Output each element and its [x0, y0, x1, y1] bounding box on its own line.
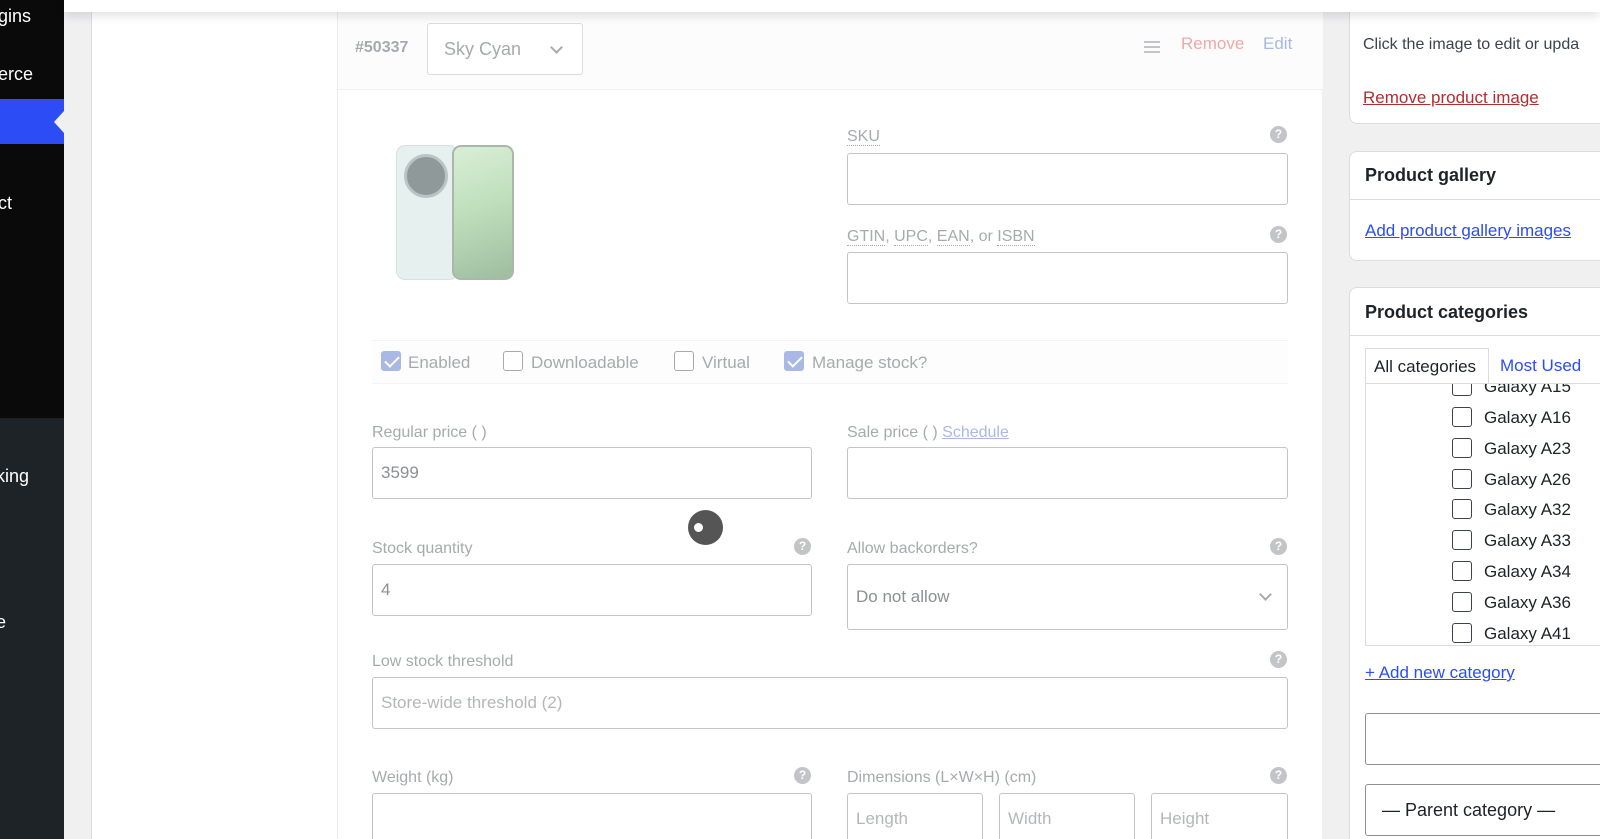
- sku-label: SKU: [847, 128, 880, 146]
- screen: gins erce ct king e #50337 Sky Cyan Remo…: [0, 0, 1600, 839]
- enabled-checkbox[interactable]: [381, 351, 401, 371]
- sidebar-item-woocommerce[interactable]: erce: [0, 64, 33, 85]
- list-item[interactable]: Galaxy A41: [1452, 623, 1600, 645]
- variation-attribute-value: Sky Cyan: [444, 39, 522, 59]
- variation-id: #50337: [355, 39, 409, 56]
- sidebar-item-marketing[interactable]: king: [0, 466, 29, 487]
- remove-variation-link[interactable]: Remove: [1181, 34, 1244, 54]
- help-icon[interactable]: ?: [794, 538, 811, 555]
- list-item[interactable]: Galaxy A16: [1452, 407, 1600, 431]
- help-icon[interactable]: ?: [1270, 538, 1287, 555]
- virtual-label: Virtual: [702, 353, 750, 372]
- width-input[interactable]: Width: [999, 793, 1135, 839]
- length-input[interactable]: Length: [847, 793, 983, 839]
- list-item[interactable]: Galaxy A26: [1452, 469, 1600, 493]
- add-new-category-link[interactable]: + Add new category: [1365, 663, 1515, 683]
- product-categories-title: Product categories: [1365, 302, 1529, 322]
- low-stock-input[interactable]: Store-wide threshold (2): [372, 677, 1288, 729]
- schedule-link[interactable]: Schedule: [942, 424, 1009, 441]
- phone-image-front: [452, 145, 514, 280]
- drag-handle-icon[interactable]: [1144, 41, 1160, 53]
- weight-input[interactable]: [372, 793, 812, 839]
- top-bar: [64, 0, 1600, 12]
- gtin-label: GTIN, UPC, EAN, or ISBN: [847, 228, 1035, 246]
- backorders-value: Do not allow: [856, 587, 950, 606]
- sidebar-active-arrow: [54, 111, 64, 133]
- product-image-hint: Click the image to edit or upda: [1363, 36, 1580, 53]
- height-placeholder: Height: [1160, 809, 1210, 828]
- list-item[interactable]: Galaxy A33: [1452, 530, 1600, 554]
- regular-price-value: 3599: [381, 463, 419, 482]
- sale-price-input[interactable]: [847, 447, 1288, 499]
- enabled-label: Enabled: [408, 353, 471, 372]
- tab-all-categories[interactable]: All categories: [1365, 348, 1489, 385]
- tab-most-used[interactable]: Most Used: [1500, 356, 1581, 376]
- parent-category-value: — Parent category —: [1382, 800, 1556, 820]
- variation-attribute-select[interactable]: Sky Cyan: [427, 23, 583, 75]
- chevron-down-icon: [550, 41, 563, 54]
- help-icon[interactable]: ?: [794, 767, 811, 784]
- remove-product-image-link[interactable]: Remove product image: [1363, 88, 1539, 108]
- backorders-select[interactable]: Do not allow: [847, 564, 1288, 630]
- product-gallery-title: Product gallery: [1365, 165, 1497, 185]
- backorders-label: Allow backorders?: [847, 540, 978, 557]
- list-item[interactable]: Galaxy A36: [1452, 592, 1600, 616]
- weight-label: Weight (kg): [372, 769, 454, 786]
- sale-price-label: Sale price ( ) Schedule: [847, 424, 1009, 441]
- parent-category-select[interactable]: — Parent category —: [1365, 784, 1600, 836]
- sidebar-item-misc[interactable]: e: [0, 612, 6, 633]
- low-stock-label: Low stock threshold: [372, 653, 514, 670]
- category-checklist[interactable]: Galaxy A15 Galaxy A16 Galaxy A23 Galaxy …: [1365, 383, 1600, 646]
- list-item[interactable]: Galaxy A15: [1452, 384, 1600, 400]
- manage-stock-label: Manage stock?: [812, 353, 928, 372]
- phone-image-back: [396, 145, 458, 280]
- help-icon[interactable]: ?: [1270, 226, 1287, 243]
- manage-stock-checkbox[interactable]: [784, 351, 804, 371]
- edit-variation-link[interactable]: Edit: [1263, 34, 1292, 54]
- regular-price-label: Regular price ( ): [372, 424, 487, 441]
- add-gallery-images-link[interactable]: Add product gallery images: [1365, 221, 1571, 241]
- virtual-checkbox[interactable]: [674, 351, 694, 371]
- stock-quantity-label: Stock quantity: [372, 540, 473, 557]
- help-icon[interactable]: ?: [1270, 767, 1287, 784]
- downloadable-label: Downloadable: [531, 353, 639, 372]
- cursor-indicator: [688, 510, 723, 545]
- chevron-down-icon: [1259, 588, 1272, 601]
- admin-sidebar: gins erce ct king e: [0, 0, 64, 839]
- stock-quantity-value: 4: [381, 580, 391, 599]
- list-item[interactable]: Galaxy A32: [1452, 499, 1600, 523]
- sku-input[interactable]: [847, 153, 1288, 205]
- list-item[interactable]: Galaxy A34: [1452, 561, 1600, 585]
- category-tabs: All categories Most Used: [1365, 348, 1600, 385]
- width-placeholder: Width: [1008, 809, 1052, 828]
- list-item[interactable]: Galaxy A23: [1452, 438, 1600, 462]
- new-category-name-input[interactable]: [1365, 713, 1600, 765]
- stock-quantity-input[interactable]: 4: [372, 564, 812, 616]
- variation-header: #50337 Sky Cyan Remove Edit: [338, 12, 1323, 90]
- help-icon[interactable]: ?: [1270, 651, 1287, 668]
- regular-price-input[interactable]: 3599: [372, 447, 812, 499]
- gtin-input[interactable]: [847, 252, 1288, 304]
- downloadable-checkbox[interactable]: [503, 351, 523, 371]
- help-icon[interactable]: ?: [1270, 126, 1287, 143]
- sidebar-item-plugins[interactable]: gins: [0, 6, 31, 27]
- height-input[interactable]: Height: [1151, 793, 1288, 839]
- length-placeholder: Length: [856, 809, 908, 828]
- dimensions-label: Dimensions (L×W×H) (cm): [847, 769, 1037, 786]
- sidebar-item-products[interactable]: ct: [0, 193, 12, 214]
- low-stock-placeholder: Store-wide threshold (2): [381, 693, 563, 712]
